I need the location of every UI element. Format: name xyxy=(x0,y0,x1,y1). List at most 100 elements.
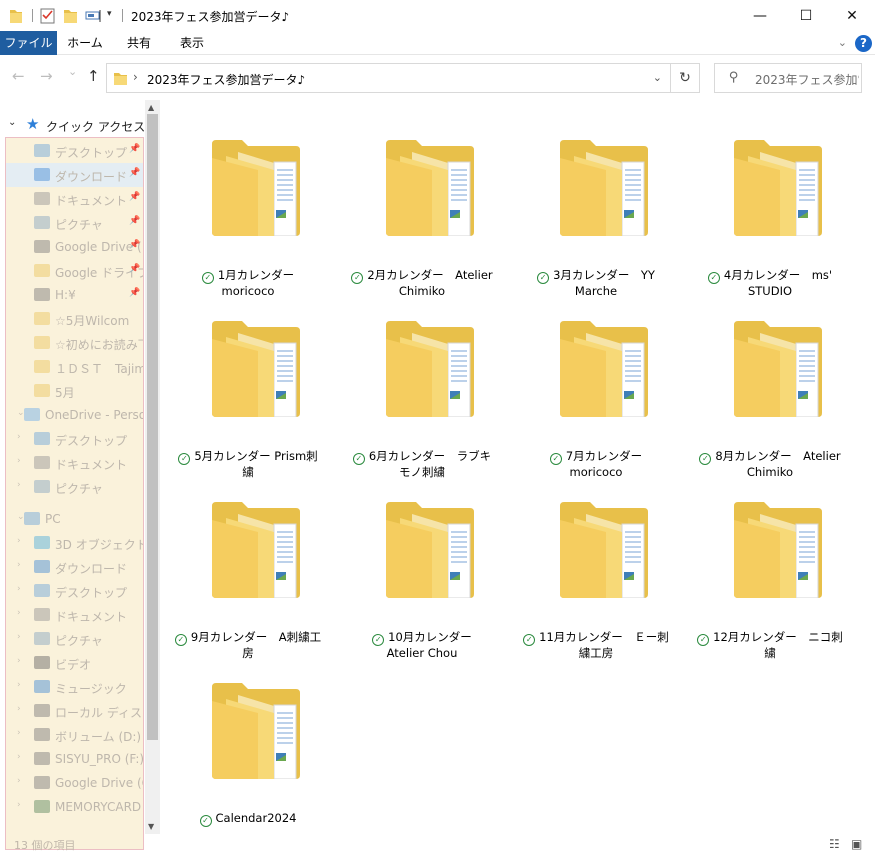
sidebar-item[interactable]: › ビデオ xyxy=(6,651,143,675)
address-dropdown-icon[interactable]: ⌄ xyxy=(653,71,662,84)
quick-access-header[interactable]: ⌄ ★ クイック アクセス xyxy=(0,114,160,136)
rename-icon[interactable] xyxy=(85,7,103,25)
breadcrumb-separator[interactable]: › xyxy=(133,70,138,84)
recent-locations-icon[interactable]: ⌄ xyxy=(68,65,77,78)
address-bar[interactable]: › 2023年フェス参加営データ♪ ⌄ xyxy=(106,63,671,93)
sidebar-item[interactable]: H:¥ 📌 xyxy=(6,283,143,307)
expand-arrow-icon[interactable]: › xyxy=(17,560,21,570)
expand-arrow-icon[interactable]: › xyxy=(17,752,21,762)
new-folder-icon[interactable] xyxy=(63,7,79,25)
folder-item[interactable]: ✓ 6月カレンダー ラブキモノ刺繍 xyxy=(342,299,502,479)
folder-name: 9月カレンダー A刺繍工房 xyxy=(190,630,322,660)
scroll-up-icon[interactable]: ▲ xyxy=(148,103,154,112)
folder-item[interactable]: ✓ 5月カレンダー Prism刺繍 xyxy=(168,299,328,479)
folder-item[interactable]: ✓ 3月カレンダー YY Marche xyxy=(516,118,676,298)
folder-item[interactable]: ✓ 7月カレンダー moricoco xyxy=(516,299,676,479)
customize-toolbar-icon[interactable]: ▾ xyxy=(107,9,112,27)
scroll-down-icon[interactable]: ▼ xyxy=(148,822,154,831)
expand-arrow-icon[interactable]: › xyxy=(17,656,21,666)
sidebar-item[interactable]: › ドキュメント xyxy=(6,451,143,475)
folder-item[interactable]: ✓ 12月カレンダー ニコ刺繍 xyxy=(690,480,850,660)
expand-arrow-icon[interactable]: › xyxy=(17,584,21,594)
folder-icon xyxy=(114,73,127,85)
folder-item[interactable]: ✓ Calendar2024 xyxy=(168,661,328,836)
sidebar-item[interactable]: › 3D オブジェクト xyxy=(6,531,143,555)
sidebar-item[interactable]: Google ドライブ 📌 xyxy=(6,259,143,283)
sidebar-item[interactable]: › SISYU_PRO (F:) xyxy=(6,747,143,771)
sidebar-item-pc[interactable]: ⌄ PC xyxy=(6,507,143,531)
folder-item[interactable]: ✓ 4月カレンダー ms' STUDIO xyxy=(690,118,850,298)
nav-item-label: ローカル ディスク (C xyxy=(55,706,143,720)
refresh-button[interactable]: ↻ xyxy=(671,63,700,93)
expand-arrow-icon[interactable]: › xyxy=(17,728,21,738)
tab-share[interactable]: 共有 xyxy=(114,31,164,55)
sidebar-item[interactable]: › ローカル ディスク (C xyxy=(6,699,143,723)
ribbon-expand-icon[interactable]: ⌄ xyxy=(838,36,847,49)
sidebar-item[interactable]: ☆5月Wilcom xyxy=(6,307,143,331)
folder-item[interactable]: ✓ 1月カレンダー moricoco xyxy=(168,118,328,298)
sidebar-item[interactable]: › デスクトップ xyxy=(6,579,143,603)
sidebar-item[interactable]: › Google Drive (G:) xyxy=(6,771,143,795)
sidebar-item[interactable]: › デスクトップ xyxy=(6,427,143,451)
separator xyxy=(122,9,123,22)
sidebar-item[interactable]: ドキュメント 📌 xyxy=(6,187,143,211)
expand-arrow-icon[interactable]: › xyxy=(17,536,21,546)
sidebar-item[interactable]: › ピクチャ xyxy=(6,627,143,651)
folder-item[interactable]: ✓ 11月カレンダー Ｅー刺繍工房 xyxy=(516,480,676,660)
document-icon xyxy=(34,192,50,205)
up-icon[interactable]: ↑ xyxy=(87,67,100,85)
sidebar-item[interactable]: 5月 xyxy=(6,379,143,403)
folder-item[interactable]: ✓ 2月カレンダー Atelier Chimiko xyxy=(342,118,502,298)
expand-arrow-icon[interactable]: › xyxy=(17,680,21,690)
sidebar-item[interactable]: ピクチャ 📌 xyxy=(6,211,143,235)
sidebar-item[interactable]: › ドキュメント xyxy=(6,603,143,627)
sidebar-item[interactable]: › MEMORYCARD ( xyxy=(6,795,143,819)
navigation-bar: ← → ⌄ ↑ › 2023年フェス参加営データ♪ ⌄ ↻ ⚲ 2023年フェス… xyxy=(0,55,875,100)
scrollbar-thumb[interactable] xyxy=(147,114,158,740)
sidebar-item[interactable]: デスクトップ 📌 xyxy=(6,139,143,163)
minimize-button[interactable]: — xyxy=(737,0,783,31)
expand-arrow-icon[interactable]: › xyxy=(17,480,21,490)
tab-home[interactable]: ホーム xyxy=(60,31,110,55)
sidebar-item[interactable]: › ボリューム (D:) xyxy=(6,723,143,747)
sidebar-item[interactable]: ダウンロード 📌 xyxy=(6,163,143,187)
expand-arrow-icon[interactable]: › xyxy=(17,456,21,466)
tab-view[interactable]: 表示 xyxy=(167,31,217,55)
sidebar-item[interactable]: １ＤＳＴ Tajima xyxy=(6,355,143,379)
tab-file[interactable]: ファイル xyxy=(0,31,57,55)
sidebar-item-onedrive[interactable]: ⌄ OneDrive - Person xyxy=(6,403,143,427)
search-box[interactable]: ⚲ 2023年フェス参加営... xyxy=(714,63,862,93)
folder-item[interactable]: ✓ 9月カレンダー A刺繍工房 xyxy=(168,480,328,660)
properties-icon[interactable] xyxy=(40,7,56,25)
nav-item-label: ドキュメント xyxy=(55,610,128,624)
expand-arrow-icon[interactable]: › xyxy=(17,608,21,618)
expand-arrow-icon[interactable]: › xyxy=(17,704,21,714)
card-icon xyxy=(34,800,50,813)
expand-arrow-icon[interactable]: › xyxy=(17,432,21,442)
star-icon: ★ xyxy=(26,115,40,133)
expand-arrow-icon[interactable]: › xyxy=(17,800,21,810)
navigation-pane[interactable]: ⌄ ★ クイック アクセス デスクトップ 📌 ダウンロード 📌 ドキュメント 📌 ピクチャ 📌… xyxy=(0,100,160,857)
sidebar-item[interactable]: › ピクチャ xyxy=(6,475,143,499)
folder-item[interactable]: ✓ 10月カレンダー Atelier Chou xyxy=(342,480,502,660)
separator xyxy=(32,9,33,22)
sidebar-item[interactable]: › ミュージック xyxy=(6,675,143,699)
navigation-scrollbar[interactable]: ▲ ▼ xyxy=(145,100,160,834)
folder-item[interactable]: ✓ 8月カレンダー Atelier Chimiko xyxy=(690,299,850,479)
forward-icon[interactable]: → xyxy=(40,67,53,85)
sync-status-icon: ✓ xyxy=(699,453,712,465)
expand-arrow-icon[interactable]: › xyxy=(17,776,21,786)
sidebar-item[interactable]: › ダウンロード xyxy=(6,555,143,579)
large-icons-view-icon[interactable]: ▣ xyxy=(851,837,862,851)
maximize-button[interactable]: ☐ xyxy=(783,0,829,31)
back-icon[interactable]: ← xyxy=(12,67,25,85)
sidebar-item[interactable]: ☆初めにお読み下 xyxy=(6,331,143,355)
breadcrumb-current[interactable]: 2023年フェス参加営データ♪ xyxy=(147,71,305,88)
collapse-arrow-icon[interactable]: ⌄ xyxy=(8,117,16,128)
file-list[interactable]: ✓ 1月カレンダー moricoco ✓ 2月カレンダー Atelier Chimik… xyxy=(160,100,875,840)
help-icon[interactable]: ? xyxy=(855,35,872,52)
details-view-icon[interactable]: ☷ xyxy=(829,837,840,851)
close-button[interactable]: ✕ xyxy=(829,0,875,31)
expand-arrow-icon[interactable]: › xyxy=(17,632,21,642)
sidebar-item[interactable]: Google Drive (📌 xyxy=(6,235,143,259)
